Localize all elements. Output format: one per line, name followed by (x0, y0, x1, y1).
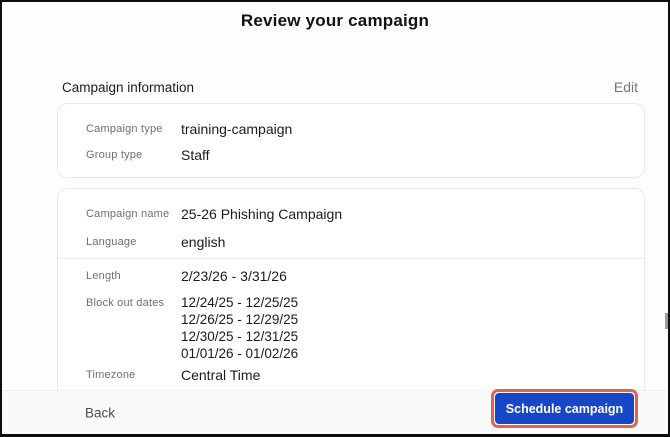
block-out-dates-row: Block out dates 12/24/25 - 12/25/25 12/2… (58, 291, 644, 362)
campaign-name-label: Campaign name (86, 208, 170, 220)
timezone-value: Central Time (181, 367, 261, 383)
block-out-date-range: 12/26/25 - 12/29/25 (181, 312, 299, 327)
timezone-row: Timezone Central Time (58, 362, 644, 388)
timezone-label: Timezone (86, 369, 136, 381)
review-campaign-dialog: Review your campaign Campaign informatio… (0, 0, 670, 437)
group-type-label: Group type (86, 149, 143, 161)
section-header: Campaign information Edit (62, 79, 638, 95)
annotation-highlight: Schedule campaign (491, 389, 638, 428)
block-out-date-range: 12/24/25 - 12/25/25 (181, 295, 299, 310)
length-value: 2/23/26 - 3/31/26 (181, 268, 287, 284)
block-out-date-range: 01/01/26 - 01/02/26 (181, 346, 299, 361)
block-out-dates-values: 12/24/25 - 12/25/25 12/26/25 - 12/29/25 … (181, 294, 298, 362)
back-button[interactable]: Back (85, 405, 115, 420)
campaign-name-row: Campaign name 25-26 Phishing Campaign (58, 200, 644, 228)
length-label: Length (86, 270, 121, 282)
campaign-info-card: Campaign type training-campaign Group ty… (57, 103, 645, 178)
page-title: Review your campaign (240, 11, 430, 30)
section-title: Campaign information (62, 79, 195, 95)
group-type-value: Staff (181, 147, 210, 163)
card-divider (58, 258, 644, 259)
block-out-dates-label: Block out dates (86, 297, 165, 309)
scrollbar-thumb[interactable] (665, 313, 668, 329)
language-value: english (181, 234, 226, 250)
edit-button[interactable]: Edit (614, 79, 638, 95)
campaign-type-label: Campaign type (86, 123, 163, 135)
language-label: Language (86, 236, 137, 248)
language-row: Language english (58, 228, 644, 256)
campaign-details-card: Campaign name 25-26 Phishing Campaign La… (57, 188, 645, 390)
campaign-type-row: Campaign type training-campaign (58, 116, 644, 142)
campaign-type-value: training-campaign (181, 121, 293, 137)
block-out-date-range: 12/30/25 - 12/31/25 (181, 329, 299, 344)
dialog-footer: Back Schedule campaign (2, 389, 668, 434)
campaign-name-value: 25-26 Phishing Campaign (181, 206, 343, 222)
group-type-row: Group type Staff (58, 142, 644, 168)
length-row: Length 2/23/26 - 3/31/26 (58, 261, 644, 291)
schedule-campaign-button[interactable]: Schedule campaign (495, 393, 634, 424)
